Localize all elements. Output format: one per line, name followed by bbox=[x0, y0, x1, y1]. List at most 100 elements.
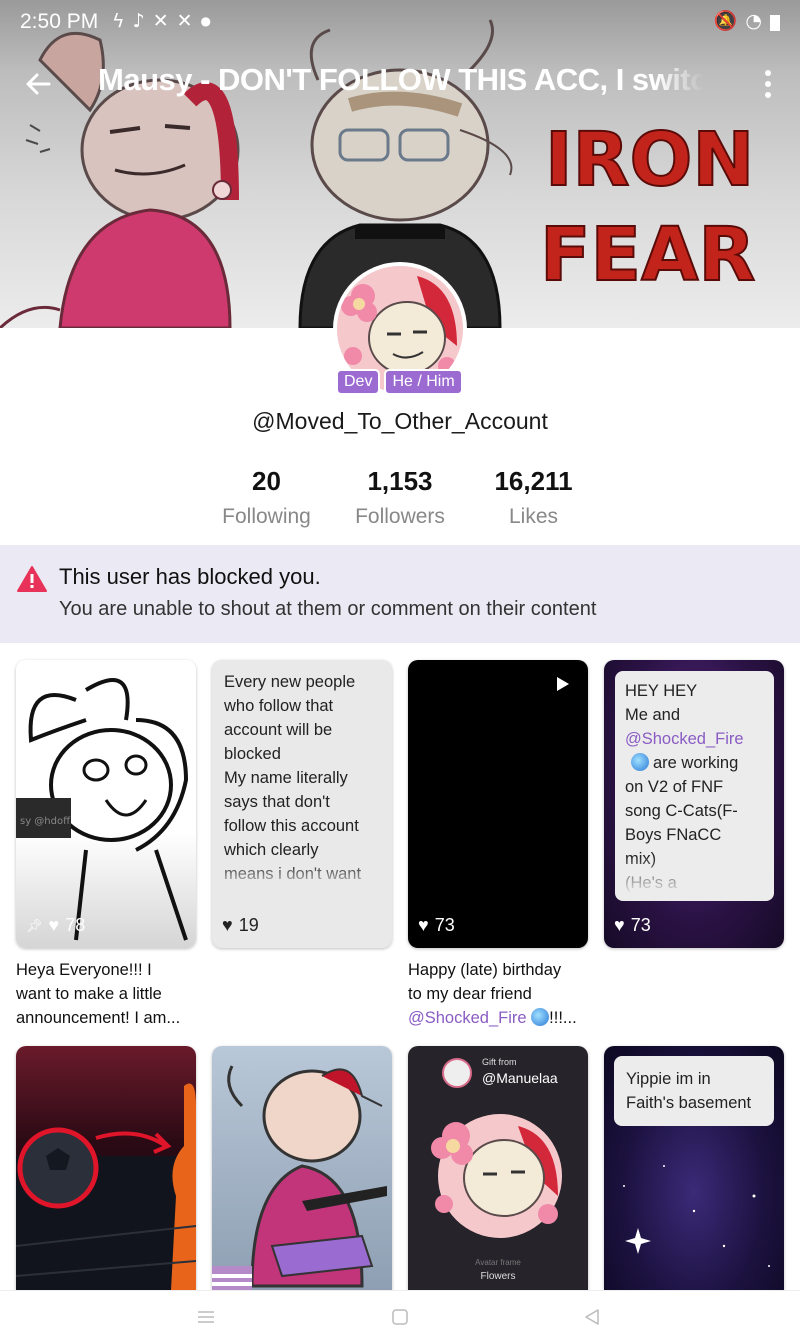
likes-count: 78 bbox=[65, 915, 86, 935]
heart-icon: ♥ bbox=[222, 915, 233, 935]
post-text-line: HEY HEY bbox=[625, 682, 698, 700]
post-text-line: who follow that bbox=[224, 697, 334, 715]
profile-badges: Dev He / Him bbox=[336, 369, 463, 395]
notification-icons: ϟ ♪ ✕ ✕ ● bbox=[112, 9, 211, 33]
heart-icon: ♥ bbox=[614, 915, 625, 935]
post-card[interactable]: Yippie im in Faith's basement bbox=[604, 1046, 784, 1290]
post-text-line: are working bbox=[625, 751, 771, 775]
page-title: Mausy - DON'T FOLLOW THIS ACC, I switche… bbox=[98, 62, 704, 97]
post-text-line: My name literally bbox=[224, 769, 348, 787]
post-thumbnail: sy @hdoff bbox=[16, 678, 189, 941]
post-text: HEY HEY Me and @Shocked_Fire are working… bbox=[625, 679, 771, 895]
app-root: IRON FEAR 2:50 PM ϟ ♪ ✕ ✕ ● 🔕 ◔ Mausy - … bbox=[0, 0, 800, 1340]
caption-line: @Shocked_Fire !!!... bbox=[408, 1006, 592, 1030]
post-text-line: Every new people bbox=[224, 673, 356, 691]
mention-link[interactable]: @Shocked_Fire bbox=[408, 1009, 527, 1027]
more-options-button[interactable] bbox=[752, 64, 784, 104]
warning-icon bbox=[17, 566, 47, 592]
status-time: 2:50 PM bbox=[20, 10, 99, 33]
pin-icon: 📌︎ bbox=[26, 917, 43, 933]
heart-icon: ♥ bbox=[418, 915, 429, 935]
post-text-line: follow this account bbox=[224, 817, 359, 835]
profile-stats: 20 Following 1,153 Followers 16,211 Like… bbox=[200, 466, 600, 529]
stat-following-label: Following bbox=[222, 505, 311, 528]
status-bar: 2:50 PM ϟ ♪ ✕ ✕ ● 🔕 ◔ bbox=[0, 0, 800, 44]
more-dot-icon bbox=[765, 70, 771, 76]
dot-icon: ● bbox=[200, 14, 212, 28]
stat-followers-value: 1,153 bbox=[367, 466, 433, 496]
post-text-line: means i don't want bbox=[224, 865, 362, 883]
frame-type-label: Avatar frame bbox=[475, 1258, 521, 1267]
badge-dev: Dev bbox=[336, 369, 381, 395]
stat-following-value: 20 bbox=[252, 466, 281, 496]
lightning-icon: ϟ bbox=[112, 10, 125, 32]
menu-icon bbox=[198, 1311, 214, 1323]
post-card[interactable]: HEY HEY Me and @Shocked_Fire are working… bbox=[604, 660, 784, 948]
system-nav-bar bbox=[0, 1290, 800, 1340]
back-button[interactable] bbox=[18, 64, 58, 104]
likes-count: 73 bbox=[434, 915, 455, 935]
post-text: Every new people who follow that account… bbox=[224, 670, 382, 910]
post-text-span: are working bbox=[653, 754, 739, 772]
post-text-line: Yippie im in bbox=[626, 1070, 711, 1088]
post-likes: ♥ 73 bbox=[614, 915, 651, 936]
avatar-frame-preview bbox=[431, 1114, 562, 1238]
banner-text-iron: IRON bbox=[545, 117, 754, 203]
post-card[interactable] bbox=[16, 1046, 196, 1290]
notice-body: You are unable to shout at them or comme… bbox=[59, 598, 597, 620]
post-text-line: on V2 of FNF bbox=[625, 778, 724, 796]
post-text-line: blocked bbox=[224, 745, 281, 763]
post-likes: ♥ 19 bbox=[222, 915, 259, 936]
post-text: Yippie im in Faith's basement bbox=[626, 1067, 772, 1115]
stat-followers-label: Followers bbox=[355, 505, 445, 528]
nav-back-button[interactable] bbox=[580, 1305, 604, 1329]
post-thumbnail bbox=[16, 1083, 196, 1290]
post-text-line: Me and bbox=[625, 706, 681, 724]
stat-following[interactable]: 20 Following bbox=[200, 466, 333, 529]
stat-followers[interactable]: 1,153 Followers bbox=[334, 466, 467, 529]
likes-count: 73 bbox=[630, 915, 651, 935]
profile-username: @Moved_To_Other_Account bbox=[252, 408, 548, 434]
post-text-bubble: Yippie im in Faith's basement bbox=[614, 1056, 774, 1126]
mute-bell-icon: 🔕 bbox=[713, 10, 738, 32]
frame-name-label: Flowers bbox=[480, 1271, 516, 1282]
home-square-icon bbox=[392, 1309, 408, 1325]
mention-link[interactable]: @Shocked_Fire bbox=[625, 727, 771, 751]
post-caption[interactable]: Happy (late) birthday to my dear friend … bbox=[408, 958, 592, 1030]
post-text-line: mix) bbox=[625, 850, 657, 868]
post-thumbnail bbox=[212, 1065, 387, 1290]
wifi-icon: ◔ bbox=[745, 10, 762, 32]
post-card[interactable]: sy @hdoff 📌︎ ♥ 78 bbox=[16, 660, 196, 948]
post-text-line: says that don't bbox=[224, 793, 330, 811]
post-text-line: song C-Cats(F- bbox=[625, 802, 738, 820]
globe-badge-icon bbox=[631, 753, 649, 771]
nav-menu-button[interactable] bbox=[194, 1305, 218, 1329]
post-card[interactable] bbox=[212, 1046, 392, 1290]
post-caption[interactable]: Heya Everyone!!! I want to make a little… bbox=[16, 958, 200, 1030]
caption-line: want to make a little bbox=[16, 985, 162, 1003]
capcut-icon-2: ✕ bbox=[176, 10, 193, 32]
capcut-icon: ✕ bbox=[152, 10, 169, 32]
caption-suffix: !!!... bbox=[549, 1009, 577, 1027]
post-likes: ♥ 73 bbox=[418, 915, 455, 936]
post-card[interactable]: Every new people who follow that account… bbox=[212, 660, 392, 948]
svg-text:sy @hdoff: sy @hdoff bbox=[20, 816, 71, 827]
post-text-line: which clearly bbox=[224, 841, 319, 859]
back-triangle-icon bbox=[585, 1309, 599, 1325]
caption-line: Heya Everyone!!! I bbox=[16, 961, 152, 979]
notice-title: This user has blocked you. bbox=[59, 564, 321, 589]
stat-likes: 16,211 Likes bbox=[467, 466, 600, 529]
likes-count: 19 bbox=[238, 915, 259, 935]
post-card[interactable]: Gift from @Manuelaa Avatar frame Flowers bbox=[408, 1046, 588, 1290]
battery-icon bbox=[770, 14, 780, 31]
post-likes: 📌︎ ♥ 78 bbox=[26, 915, 85, 936]
post-text-bubble: HEY HEY Me and @Shocked_Fire are working… bbox=[615, 671, 774, 901]
stat-likes-label: Likes bbox=[508, 505, 559, 528]
post-text-line: (He's a bbox=[625, 874, 677, 892]
post-text-line: Faith's basement bbox=[626, 1094, 752, 1112]
nav-home-button[interactable] bbox=[388, 1305, 412, 1329]
post-card[interactable]: ♥ 73 bbox=[408, 660, 588, 948]
post-text-line: account will be bbox=[224, 721, 333, 739]
top-app-bar: Mausy - DON'T FOLLOW THIS ACC, I switche… bbox=[0, 56, 800, 112]
play-icon bbox=[557, 677, 569, 691]
